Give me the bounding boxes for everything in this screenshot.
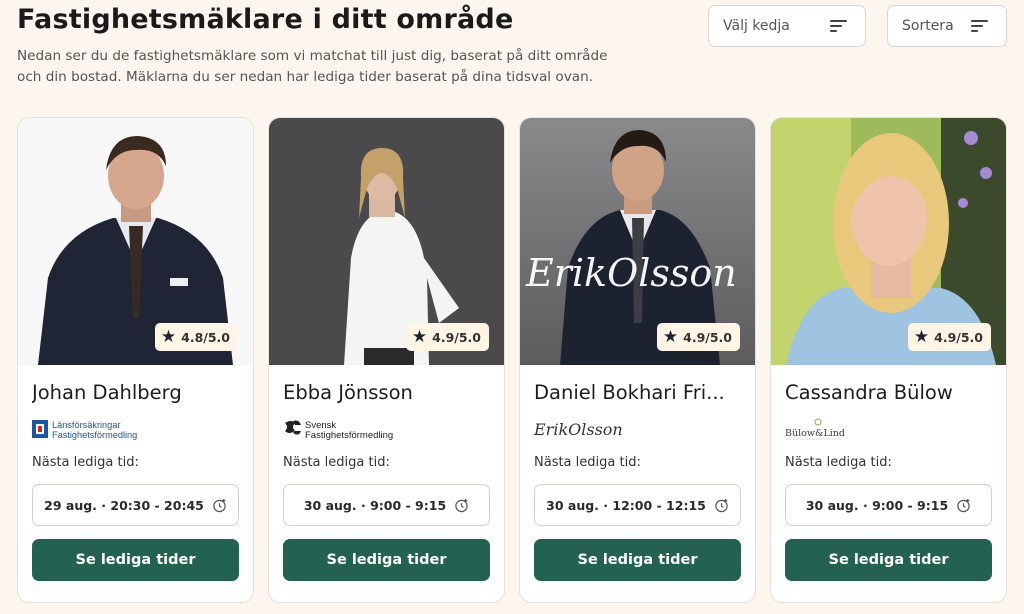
next-available-label: Nästa lediga tid: xyxy=(32,455,139,470)
sort-dropdown[interactable]: Sortera xyxy=(887,5,1007,47)
rating-badge: ★ 4.8/5.0 xyxy=(154,323,238,351)
agent-photo: ErikOlsson ★ 4.9/5.0 xyxy=(520,118,755,365)
brand-line2: Fastighetsförmedling xyxy=(305,430,393,441)
see-available-times-button[interactable]: Se lediga tider xyxy=(283,539,490,581)
brand-photo-overlay: ErikOlsson xyxy=(525,251,737,295)
rating-badge: ★ 4.9/5.0 xyxy=(907,323,991,351)
agent-card[interactable]: ★ 4.8/5.0 Johan Dahlberg Länsförsäkringa… xyxy=(17,117,254,603)
time-slot-text: 30 aug. · 12:00 - 12:15 xyxy=(546,497,706,513)
star-icon: ★ xyxy=(662,326,679,347)
brand-line1: Bülow&Lind xyxy=(785,428,845,439)
star-icon: ★ xyxy=(160,326,177,347)
choose-chain-dropdown[interactable]: Välj kedja xyxy=(708,5,866,47)
agent-name: Cassandra Bülow xyxy=(785,381,953,404)
rating-value: 4.9/5.0 xyxy=(432,329,481,345)
time-slot-button[interactable]: 30 aug. · 12:00 - 12:15 xyxy=(534,484,741,526)
clock-plus-icon xyxy=(957,498,970,512)
time-slot-button[interactable]: 29 aug. · 20:30 - 20:45 xyxy=(32,484,239,526)
rating-value: 4.8/5.0 xyxy=(181,329,230,345)
time-slot-button[interactable]: 30 aug. · 9:00 - 9:15 xyxy=(283,484,490,526)
sort-icon xyxy=(971,20,988,32)
brand-logo: ErikOlsson xyxy=(534,417,634,441)
see-available-times-button[interactable]: Se lediga tider xyxy=(32,539,239,581)
agent-card[interactable]: ★ 4.9/5.0 Cassandra Bülow Bülow&Lind Näs… xyxy=(770,117,1007,603)
brand-line1: ErikOlsson xyxy=(534,420,623,439)
agent-name: Daniel Bokhari Fri... xyxy=(534,381,725,404)
next-available-label: Nästa lediga tid: xyxy=(534,455,641,470)
agent-name: Johan Dahlberg xyxy=(32,381,182,404)
rating-badge: ★ 4.9/5.0 xyxy=(405,323,489,351)
see-available-times-button[interactable]: Se lediga tider xyxy=(785,539,992,581)
agent-photo: ★ 4.8/5.0 xyxy=(18,118,253,365)
time-slot-text: 30 aug. · 9:00 - 9:15 xyxy=(805,497,949,513)
brand-logo: Svensk Fastighetsförmedling xyxy=(283,417,415,441)
brand-line2: Fastighetsförmedling xyxy=(52,430,137,440)
brand-logo: Länsförsäkringar Fastighetsförmedling xyxy=(32,417,150,441)
filter-icon xyxy=(830,20,847,32)
clock-plus-icon xyxy=(455,498,468,512)
brand-line1: Länsförsäkringar xyxy=(52,420,120,430)
rating-value: 4.9/5.0 xyxy=(683,329,732,345)
see-available-times-button[interactable]: Se lediga tider xyxy=(534,539,741,581)
next-available-label: Nästa lediga tid: xyxy=(785,455,892,470)
agent-card[interactable]: ErikOlsson ★ 4.9/5.0 Daniel Bokhari Fri.… xyxy=(519,117,756,603)
star-icon: ★ xyxy=(913,326,930,347)
agent-photo: ★ 4.9/5.0 xyxy=(269,118,504,365)
time-slot-button[interactable]: 30 aug. · 9:00 - 9:15 xyxy=(785,484,992,526)
choose-chain-label: Välj kedja xyxy=(723,18,790,34)
rating-value: 4.9/5.0 xyxy=(934,329,983,345)
time-slot-text: 30 aug. · 9:00 - 9:15 xyxy=(303,497,447,513)
brand-logo: Bülow&Lind xyxy=(785,417,855,441)
agent-card[interactable]: ★ 4.9/5.0 Ebba Jönsson Svensk Fastighets… xyxy=(268,117,505,603)
page-description: Nedan ser du de fastighetsmäklare som vi… xyxy=(17,48,608,85)
rating-badge: ★ 4.9/5.0 xyxy=(656,323,740,351)
next-available-label: Nästa lediga tid: xyxy=(283,455,390,470)
agent-name: Ebba Jönsson xyxy=(283,381,413,404)
sort-label: Sortera xyxy=(902,18,954,34)
clock-plus-icon xyxy=(715,498,728,512)
agent-photo: ★ 4.9/5.0 xyxy=(771,118,1006,365)
clock-plus-icon xyxy=(213,498,226,512)
time-slot-text: 29 aug. · 20:30 - 20:45 xyxy=(44,497,204,513)
page-title: Fastighetsmäklare i ditt område xyxy=(17,4,514,35)
star-icon: ★ xyxy=(411,326,428,347)
